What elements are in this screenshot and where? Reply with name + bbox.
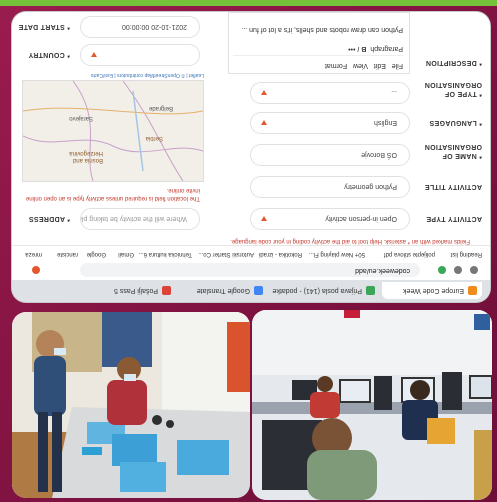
label-country: * COUNTRY — [28, 51, 70, 58]
label-activity-title: ACTIVITY TITLE — [424, 183, 482, 190]
forward-icon[interactable] — [454, 266, 462, 274]
photo-students-robotics — [12, 312, 250, 498]
menu-format[interactable]: Format — [325, 62, 347, 69]
tab-translate[interactable]: Google Translate — [178, 282, 268, 299]
chevron-down-icon — [261, 90, 267, 95]
browser-screenshot: Europe Code Week Prijava posla (141) - p… — [12, 12, 490, 302]
start-date-input[interactable]: 2021-10-20 00:00:00 — [80, 16, 200, 38]
map-label: Sarajevo — [69, 115, 93, 121]
bold-icon[interactable]: B — [361, 45, 366, 52]
computer-lab-scene — [252, 310, 492, 500]
activity-title-input[interactable]: Python geometry — [250, 176, 410, 198]
page-icon — [366, 286, 375, 295]
bookmark-item[interactable]: 50+ New playing Fl... — [309, 251, 365, 257]
menu-edit[interactable]: Edit — [374, 62, 386, 69]
menu-file[interactable]: File — [392, 62, 403, 69]
chevron-down-icon — [91, 52, 97, 57]
label-start-date: * START DATE — [18, 23, 70, 30]
url-field[interactable]: codeweek.eu/add — [80, 263, 420, 277]
address-input[interactable]: Where will the activity be taking place? — [80, 208, 200, 230]
editor-menubar: File Edit View Format — [325, 62, 403, 69]
chevron-down-icon — [261, 120, 267, 125]
map-credit: Leaflet | © OpenStreetMap contributors |… — [90, 72, 204, 78]
bookmark-item[interactable]: ranciste — [57, 251, 78, 257]
address-bar: codeweek.eu/add — [12, 259, 490, 280]
required-notice: Fields marked with an * asterisk. Help t… — [230, 238, 470, 244]
robotics-scene — [12, 312, 250, 498]
bookmarks-bar: Reading list polijepte stilova pdf 50+ N… — [12, 245, 490, 260]
languages-select[interactable]: English — [250, 112, 410, 134]
organisation-name-input[interactable]: OŠ Borovje — [250, 144, 410, 166]
country-select[interactable] — [80, 44, 200, 66]
bookmark-item[interactable]: Reading list — [451, 251, 482, 257]
tab-prijava[interactable]: Prijava posla (141) - podatke — [270, 282, 380, 299]
activity-type-select[interactable]: Open in-person activity — [250, 208, 410, 230]
location-map[interactable]: Serbia Bosnia and Herzegovina Sarajevo B… — [22, 80, 204, 182]
description-editor[interactable]: File Edit View Format Paragraph B I ••• … — [228, 12, 410, 74]
bookmark-item[interactable]: Google — [87, 251, 106, 257]
italic-icon[interactable]: I — [357, 45, 359, 52]
label-description: * DESCRIPTION — [425, 59, 482, 66]
bookmark-item[interactable]: Autorski Starter Co... — [198, 251, 254, 257]
photo-computer-lab — [252, 310, 492, 500]
mail-icon — [162, 286, 171, 295]
bookmark-item[interactable]: Rokotika - izradi — [259, 251, 302, 257]
bookmark-item[interactable]: Tehnicka kultura 6... — [139, 251, 192, 257]
codeweek-icon — [468, 286, 477, 295]
paragraph-select[interactable]: Paragraph — [370, 45, 403, 52]
menu-view[interactable]: View — [353, 62, 368, 69]
map-label: Bosnia and Herzegovina — [69, 150, 103, 163]
editor-toolbar: Paragraph B I ••• — [233, 45, 403, 56]
more-icon[interactable]: ••• — [348, 45, 355, 52]
location-hint: The location field is required unless ac… — [25, 187, 200, 201]
bookmark-item[interactable]: mreza — [25, 251, 42, 257]
label-organisation-type: * TYPE OF ORGANISATION — [424, 81, 482, 97]
tab-strip: Europe Code Week Prijava posla (141) - p… — [12, 280, 490, 302]
bookmark-item[interactable]: polijepte stilova pdf — [384, 251, 435, 257]
reload-icon[interactable] — [438, 266, 446, 274]
map-label: Serbia — [145, 135, 163, 141]
translate-icon — [254, 286, 263, 295]
label-languages: * LANGUAGES — [429, 119, 482, 126]
back-icon[interactable] — [470, 266, 478, 274]
tab-posalji[interactable]: Pošalji Pass 5 — [96, 282, 176, 299]
chevron-down-icon — [261, 216, 267, 221]
label-address: * ADDRESS — [28, 215, 70, 222]
editor-content[interactable]: Python can draw robots and shells, it's … — [241, 26, 403, 33]
profile-icon[interactable] — [32, 266, 40, 274]
map-label: Belgrade — [148, 105, 173, 111]
tab-codeweek[interactable]: Europe Code Week — [382, 282, 482, 299]
top-green-band — [0, 0, 497, 6]
organisation-type-select[interactable]: ... — [250, 82, 410, 104]
map-drawing — [22, 80, 204, 182]
bookmark-item[interactable]: Gmail — [118, 251, 134, 257]
label-activity-type: ACTIVITY TYPE — [426, 215, 482, 222]
label-organisation-name: * NAME OF ORGANISATION — [424, 143, 482, 159]
